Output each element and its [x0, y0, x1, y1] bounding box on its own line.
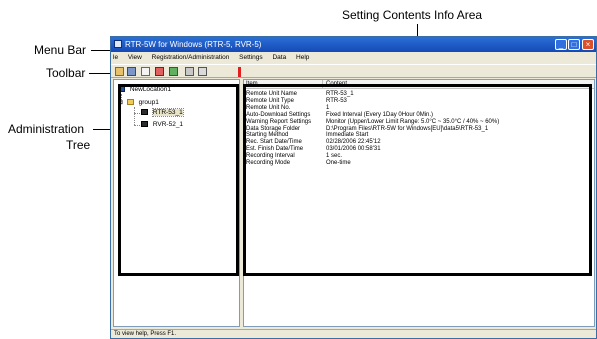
grid-icon[interactable] [127, 67, 136, 76]
title-bar: RTR-5W for Windows (RTR-5, RVR-5) _ □ × [111, 37, 596, 52]
connect-icon[interactable] [169, 67, 178, 76]
menu-file[interactable]: le [113, 54, 118, 61]
minimize-button[interactable]: _ [555, 39, 567, 50]
menu-data[interactable]: Data [272, 54, 286, 61]
callout-admin-tree-line2: Tree [66, 138, 91, 152]
menu-bar: le View Registration/Administration Sett… [111, 52, 596, 64]
app-icon [114, 40, 122, 48]
menu-help[interactable]: Help [296, 54, 309, 61]
folder-open-icon[interactable] [115, 67, 124, 76]
close-button[interactable]: × [582, 39, 594, 50]
document-icon[interactable] [141, 67, 150, 76]
maximize-button[interactable]: □ [568, 39, 580, 50]
highlight-setting-contents [243, 84, 592, 276]
menu-view[interactable]: View [128, 54, 142, 61]
status-bar: To view help, Press F1. [111, 329, 596, 338]
callout-setting-contents: Setting Contents Info Area [342, 8, 483, 22]
callout-toolbar: Toolbar [46, 66, 86, 80]
alert-icon[interactable] [238, 67, 241, 77]
callout-admin-tree: Administration [8, 122, 85, 136]
record-icon[interactable] [155, 67, 164, 76]
print-icon[interactable] [185, 67, 194, 76]
chart-icon[interactable] [198, 67, 207, 76]
menu-settings[interactable]: Settings [239, 54, 263, 61]
callout-menu-bar: Menu Bar [34, 43, 87, 57]
status-text: To view help, Press F1. [114, 331, 177, 337]
menu-registration[interactable]: Registration/Administration [152, 54, 230, 61]
toolbar [111, 64, 596, 78]
window-title: RTR-5W for Windows (RTR-5, RVR-5) [125, 40, 262, 49]
highlight-administration-tree [118, 84, 239, 276]
